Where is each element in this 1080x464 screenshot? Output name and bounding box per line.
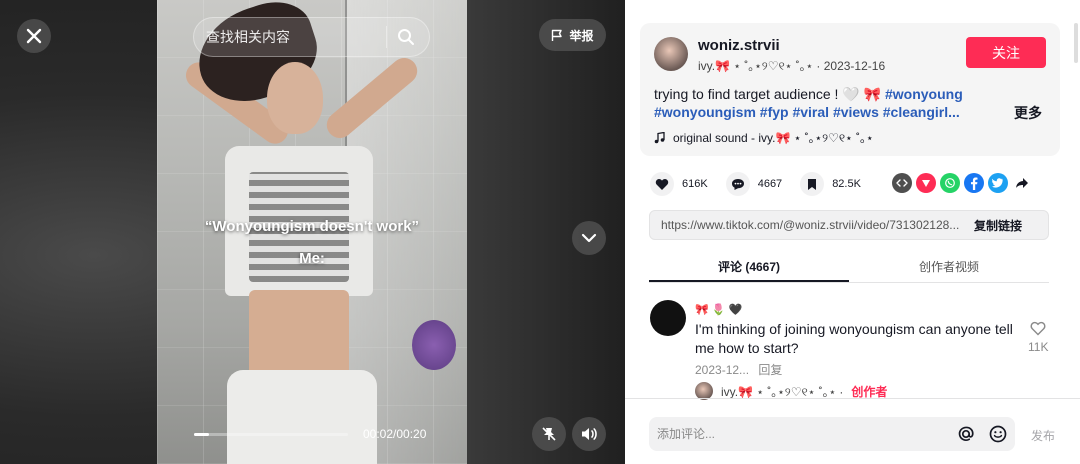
next-video-button[interactable] xyxy=(572,221,606,255)
post-description: trying to find target audience ! 🤍 🎀 #wo… xyxy=(654,85,1014,121)
author-username[interactable]: woniz.strvii xyxy=(698,37,780,54)
search-icon[interactable] xyxy=(397,28,415,46)
close-icon xyxy=(26,28,42,44)
sound-name: original sound - ivy.🎀 ⋆ ˚｡⋆୨♡୧⋆ ˚｡⋆ xyxy=(673,131,874,145)
video-link-box: https://www.tiktok.com/@woniz.strvii/vid… xyxy=(649,210,1049,240)
like-count: 616K xyxy=(682,178,708,190)
search-divider xyxy=(386,26,387,48)
post-comment-button[interactable]: 发布 xyxy=(1031,427,1055,444)
bath-pouf xyxy=(412,320,456,370)
chevron-down-icon xyxy=(581,233,597,243)
tiktok-video-page: “Wonyoungism doesn't work” Me: 举报 00:02/… xyxy=(0,0,1080,464)
floating-player-button[interactable] xyxy=(532,417,566,451)
description-text: trying to find target audience ! 🤍 🎀 xyxy=(654,86,885,102)
report-button[interactable]: 举报 xyxy=(539,19,606,51)
comment-input[interactable] xyxy=(657,427,957,441)
comment-stat[interactable]: 4667 xyxy=(725,172,783,196)
copy-link-button[interactable]: 复制链接 xyxy=(970,217,1022,234)
share-arrow-icon[interactable] xyxy=(1012,173,1032,193)
creator-name: ivy.🎀 ⋆ ˚｡⋆୨♡୧⋆ ˚｡⋆ · xyxy=(721,384,844,399)
close-button[interactable] xyxy=(17,19,51,53)
video-panel: “Wonyoungism doesn't work” Me: 举报 00:02/… xyxy=(0,0,625,464)
details-panel: woniz.strvii ivy.🎀 ⋆ ˚｡⋆୨♡୧⋆ ˚｡⋆ · 2023-… xyxy=(625,0,1080,464)
heart-outline-icon xyxy=(1030,321,1046,336)
mention-icon[interactable] xyxy=(957,425,975,443)
scrollbar[interactable] xyxy=(1074,23,1078,63)
engagement-stats: 616K 4667 82.5K xyxy=(650,172,879,196)
commenter-avatar[interactable] xyxy=(650,300,686,336)
video-url[interactable]: https://www.tiktok.com/@woniz.strvii/vid… xyxy=(650,218,970,232)
comment-composer xyxy=(649,417,1015,451)
comment-count: 4667 xyxy=(757,178,783,190)
reply-button[interactable]: 回复 xyxy=(758,363,782,377)
author-meta: ivy.🎀 ⋆ ˚｡⋆୨♡୧⋆ ˚｡⋆ · 2023-12-16 xyxy=(698,59,886,73)
music-note-icon xyxy=(654,131,665,143)
comment-meta: 2023-12... 回复 xyxy=(695,361,782,378)
comment-like-count: 11K xyxy=(1028,340,1049,354)
report-label: 举报 xyxy=(569,28,594,43)
video-time: 00:02/00:20 xyxy=(363,427,427,441)
creator-badge: 创作者 xyxy=(851,384,888,399)
commenter-name[interactable]: 🎀 🌷 🖤 xyxy=(695,303,742,316)
facebook-icon[interactable] xyxy=(964,173,984,193)
person-pants xyxy=(227,370,377,464)
person-head xyxy=(267,62,323,134)
comment-icon xyxy=(725,172,750,196)
post-info-card: woniz.strvii ivy.🎀 ⋆ ˚｡⋆୨♡୧⋆ ˚｡⋆ · 2023-… xyxy=(640,23,1060,156)
author-avatar[interactable] xyxy=(654,37,688,71)
video-progress-fill xyxy=(194,433,210,436)
comment-like-button[interactable]: 11K xyxy=(1028,321,1048,354)
panel-tabs: 评论 (4667) 创作者视频 xyxy=(649,251,1049,283)
follow-button[interactable]: 关注 xyxy=(966,37,1046,68)
emoji-icon[interactable] xyxy=(989,425,1007,443)
bookmark-icon xyxy=(800,172,825,196)
video-progress-bar[interactable] xyxy=(194,433,348,436)
save-count: 82.5K xyxy=(832,178,861,190)
video-search-input[interactable] xyxy=(206,29,376,45)
tab-creator-videos[interactable]: 创作者视频 xyxy=(849,251,1049,282)
comment-date: 2023-12... xyxy=(695,363,750,377)
send-to-friends-icon[interactable] xyxy=(916,173,936,193)
flag-icon xyxy=(552,29,563,41)
embed-icon[interactable] xyxy=(892,173,912,193)
person-torso xyxy=(249,290,349,376)
more-button[interactable]: 更多 xyxy=(1014,103,1042,123)
video-caption-line1: “Wonyoungism doesn't work” xyxy=(204,218,420,235)
share-buttons xyxy=(892,173,1032,193)
pin-icon xyxy=(542,427,556,441)
composer-divider xyxy=(625,398,1080,399)
sound-link[interactable]: original sound - ivy.🎀 ⋆ ˚｡⋆୨♡୧⋆ ˚｡⋆ xyxy=(654,129,873,146)
comment-text: I'm thinking of joining wonyoungism can … xyxy=(695,321,1013,356)
whatsapp-icon[interactable] xyxy=(940,173,960,193)
heart-icon xyxy=(650,172,674,196)
volume-button[interactable] xyxy=(572,417,606,451)
video-caption-line2: Me: xyxy=(299,250,325,267)
like-stat[interactable]: 616K xyxy=(650,172,708,196)
volume-icon xyxy=(582,428,597,440)
save-stat[interactable]: 82.5K xyxy=(800,172,861,196)
tab-comments[interactable]: 评论 (4667) xyxy=(649,251,849,282)
video-search-box[interactable] xyxy=(193,17,430,57)
twitter-icon[interactable] xyxy=(988,173,1008,193)
